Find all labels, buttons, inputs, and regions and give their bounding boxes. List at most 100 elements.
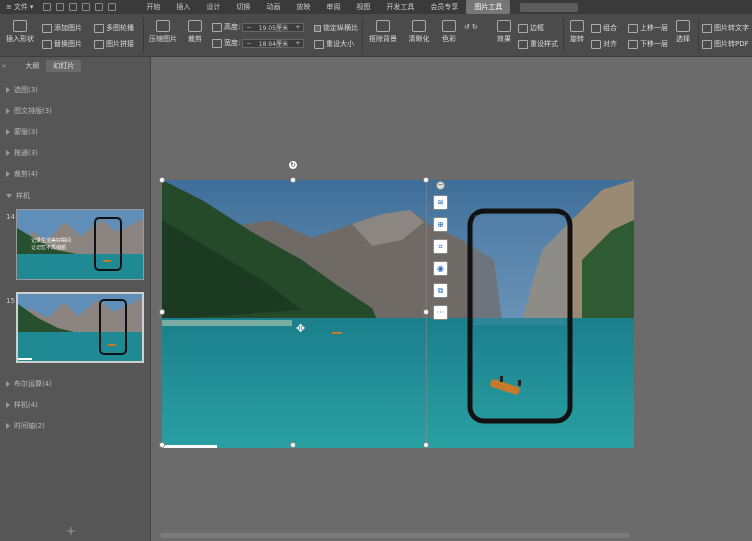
thumb-caption: 让记忆不再褪颜	[31, 245, 67, 251]
align-button[interactable]: 对齐	[591, 39, 617, 49]
pdf-icon	[702, 39, 712, 49]
save-icon[interactable]	[43, 3, 52, 11]
section-item[interactable]: 布尔运算(4)	[6, 379, 52, 389]
print-icon[interactable]	[69, 3, 78, 11]
height-input[interactable]: −19.05厘米 +	[242, 22, 305, 32]
menu-tab[interactable]: 视图	[348, 0, 378, 14]
section-item[interactable]: 选图(3)	[6, 85, 38, 95]
compress-button[interactable]: 压缩图片	[148, 20, 178, 44]
layer-down-icon	[628, 39, 638, 49]
menu-tab[interactable]: 动画	[258, 0, 288, 14]
compress-icon	[156, 20, 170, 32]
lock-ratio-checkbox[interactable]: 锁定纵横比	[314, 23, 358, 33]
group-button[interactable]: 组合	[591, 23, 617, 33]
resize-handle[interactable]	[159, 309, 165, 315]
resize-handle[interactable]	[423, 177, 429, 183]
menu-tab[interactable]: 会员专享	[422, 0, 466, 14]
add-picture-button[interactable]: 添加图片	[42, 23, 82, 33]
menu-tab[interactable]: 开始	[138, 0, 168, 14]
height-icon	[212, 22, 222, 32]
crop-icon	[188, 20, 202, 32]
tab-outline[interactable]: 大纲	[18, 60, 46, 72]
replace-picture-button[interactable]: 替换图片	[42, 39, 82, 49]
width-input[interactable]: −18.94厘米 +	[242, 38, 305, 48]
add-slide-button[interactable]: +	[66, 524, 76, 538]
resize-handle[interactable]	[423, 309, 429, 315]
thumb-caption: 记录生活美好瞬间	[31, 238, 72, 244]
replace-image-icon[interactable]: ⧉	[433, 283, 448, 298]
multi-picture-button[interactable]: 多图轮播	[94, 23, 134, 33]
sharpen-button[interactable]: 清晰化	[404, 20, 434, 44]
menu-tab[interactable]: 审阅	[318, 0, 348, 14]
section-item[interactable]: 蒙版(3)	[6, 127, 38, 137]
slide-thumbnail-15[interactable]	[16, 292, 144, 363]
expand-icon	[6, 108, 10, 114]
section-item[interactable]: 拖通(3)	[6, 148, 38, 158]
collapse-panel-icon[interactable]: «	[2, 62, 6, 70]
expand-icon	[6, 402, 10, 408]
tab-slides[interactable]: 幻灯片	[46, 60, 82, 72]
expand-icon	[6, 150, 10, 156]
reset-style-button[interactable]: 重设样式	[518, 39, 558, 49]
section-item[interactable]: 时间轴(2)	[6, 421, 45, 431]
rotate-handle-icon[interactable]: ↻	[288, 160, 298, 170]
reset-size-button[interactable]: 重设大小	[314, 39, 354, 49]
slide-picture[interactable]	[162, 180, 634, 448]
rotate-right-icon[interactable]: ↻	[472, 23, 478, 31]
section-item[interactable]: 裁剪(4)	[6, 169, 38, 179]
crop-tool-icon[interactable]: ⌗	[433, 239, 448, 254]
effects-button[interactable]: 效果	[492, 20, 516, 44]
menu-tab[interactable]: 放映	[288, 0, 318, 14]
image-to-pdf-button[interactable]: 图片转PDF	[702, 39, 749, 49]
color-button[interactable]: 色彩	[437, 20, 461, 44]
preview-icon[interactable]	[82, 3, 91, 11]
insert-shape-button[interactable]: 插入形状	[4, 20, 36, 44]
expand-icon	[6, 87, 10, 93]
resize-handle[interactable]	[290, 442, 296, 448]
remove-bg-button[interactable]: 抠除背景	[366, 20, 400, 44]
image-to-text-button[interactable]: 图片转文字	[702, 23, 749, 33]
file-menu[interactable]: ≡ 文件 ▾	[0, 2, 39, 12]
bring-forward-button[interactable]: 上移一层	[628, 23, 668, 33]
rotate-left-icon[interactable]: ↺	[464, 23, 470, 31]
export-icon[interactable]	[56, 3, 65, 11]
layer-up-icon	[628, 23, 638, 33]
align-icon	[591, 39, 601, 49]
rotate-button[interactable]: 旋转	[566, 20, 588, 44]
replace-icon	[42, 39, 52, 49]
zoom-icon[interactable]: ⊕	[433, 217, 448, 232]
resize-handle[interactable]	[423, 442, 429, 448]
horizontal-scrollbar[interactable]	[160, 533, 630, 538]
resize-handle[interactable]	[159, 177, 165, 183]
section-item-open[interactable]: 样机	[6, 191, 30, 201]
slides-panel: « 大纲 幻灯片 选图(3) 图文排版(3) 蒙版(3) 拖通(3) 裁剪(4)…	[0, 57, 151, 541]
section-item[interactable]: 样机(4)	[6, 400, 38, 410]
search-box[interactable]	[520, 2, 579, 12]
chevron-down-icon: ▾	[29, 3, 34, 11]
menu-tab[interactable]: 切换	[228, 0, 258, 14]
slide-thumbnail-14[interactable]: 记录生活美好瞬间 让记忆不再褪颜	[16, 209, 144, 280]
resize-handle[interactable]	[159, 442, 165, 448]
layers-icon[interactable]: ≋	[433, 195, 448, 210]
menu-tab[interactable]: 开发工具	[378, 0, 422, 14]
select-button[interactable]: 选择	[672, 20, 694, 44]
collapse-toolbar-icon[interactable]: −	[436, 181, 445, 190]
send-backward-button[interactable]: 下移一层	[628, 39, 668, 49]
crop-button[interactable]: 裁剪	[182, 20, 208, 44]
redo-icon[interactable]	[108, 3, 117, 11]
location-icon[interactable]: ◉	[433, 261, 448, 276]
picture-collage-button[interactable]: 图片拼接	[94, 39, 134, 49]
select-icon	[676, 20, 690, 32]
menu-tab[interactable]: 设计	[198, 0, 228, 14]
undo-icon[interactable]	[95, 3, 104, 11]
section-item[interactable]: 图文排版(3)	[6, 106, 52, 116]
ocr-icon	[702, 23, 712, 33]
menu-tab[interactable]: 插入	[168, 0, 198, 14]
slide-15-preview	[18, 294, 142, 361]
border-button[interactable]: 边框	[518, 23, 544, 33]
resize-handle[interactable]	[290, 177, 296, 183]
menu-tab[interactable]: 图片工具	[466, 0, 511, 14]
more-icon[interactable]: ···	[433, 305, 448, 320]
expand-icon	[6, 129, 10, 135]
ribbon-toolbar: 插入形状 添加图片 替换图片 多图轮播 图片拼接 压缩图片 裁剪 高度: −19…	[0, 14, 752, 57]
